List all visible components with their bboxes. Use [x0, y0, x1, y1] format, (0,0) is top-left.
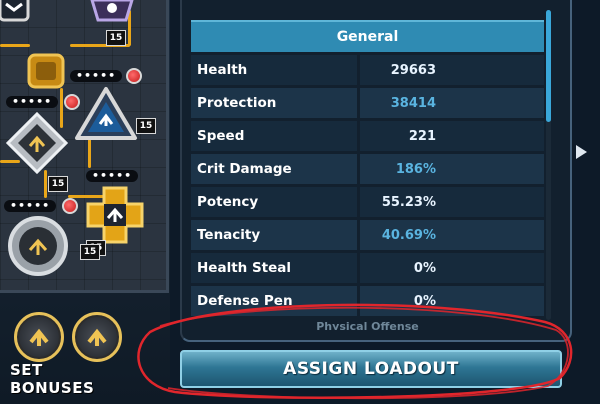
stat-row: Defense Pen 0% [191, 286, 544, 316]
square-mod-icon[interactable] [26, 52, 66, 90]
set-bonus-icon[interactable] [72, 312, 122, 362]
chevron-right-icon[interactable] [576, 145, 587, 159]
stat-row: Potency 55.23% [191, 187, 544, 217]
stat-value: 186% [360, 154, 544, 184]
stat-value: 0% [360, 286, 544, 316]
assign-loadout-button[interactable]: ASSIGN LOADOUT [180, 350, 562, 388]
stat-value: 55.23% [360, 187, 544, 217]
circle-mod-icon[interactable] [6, 214, 70, 278]
wire [0, 44, 30, 47]
stat-value: 40.69% [360, 220, 544, 250]
stat-label: Tenacity [191, 220, 357, 250]
stat-label: Crit Damage [191, 154, 357, 184]
mod-level-badge: 15 [106, 30, 126, 46]
mod-pips: ••••• [70, 70, 123, 82]
mod-pips: ••••• [86, 170, 139, 182]
stat-label: Defense Pen [191, 286, 357, 316]
set-bonus-icon[interactable] [14, 312, 64, 362]
diamond-mod-icon[interactable] [6, 112, 68, 174]
next-section-peek: Physical Offense [316, 320, 419, 330]
stat-rows: Health 29663 Protection 38414 Speed 221 … [191, 55, 544, 316]
stat-row: Health 29663 [191, 55, 544, 85]
square-mod-icon[interactable] [0, 0, 30, 22]
stat-row: Health Steal 0% [191, 253, 544, 283]
mod-pips: ••••• [4, 200, 57, 212]
mod-level-badge: 15 [48, 176, 68, 192]
mod-level-badge: 15 [80, 244, 100, 260]
alert-dot-icon [126, 68, 142, 84]
alert-dot-icon [62, 198, 78, 214]
stat-row: Tenacity 40.69% [191, 220, 544, 250]
stat-value: 29663 [360, 55, 544, 85]
stat-label: Protection [191, 88, 357, 118]
stat-row: Speed 221 [191, 121, 544, 151]
triangle-mod-icon[interactable] [74, 86, 138, 142]
stats-scrollbar[interactable] [546, 10, 551, 320]
wire [44, 170, 47, 198]
mod-loadout-panel: 15 ••••• ••••• 15 15 ••••• 15 ••••• 15 [0, 0, 170, 404]
stat-label: Speed [191, 121, 357, 151]
cross-mod-icon[interactable] [86, 186, 144, 244]
diamond-mod-icon[interactable] [88, 0, 136, 24]
stat-row: Protection 38414 [191, 88, 544, 118]
stat-label: Health [191, 55, 357, 85]
mod-pips: ••••• [6, 96, 59, 108]
set-bonuses-label: SET BONUSES [10, 361, 95, 397]
stats-table: General Health 29663 Protection 38414 Sp… [191, 20, 544, 316]
stat-value: 221 [360, 121, 544, 151]
mod-board: 15 ••••• ••••• 15 15 ••••• 15 ••••• 15 [0, 0, 169, 293]
stat-value: 0% [360, 253, 544, 283]
stat-value: 38414 [360, 88, 544, 118]
scroll-thumb[interactable] [546, 10, 551, 122]
mod-level-badge: 15 [136, 118, 156, 134]
stats-header: General [191, 20, 544, 52]
stat-label: Health Steal [191, 253, 357, 283]
stat-label: Potency [191, 187, 357, 217]
stat-row: Crit Damage 186% [191, 154, 544, 184]
